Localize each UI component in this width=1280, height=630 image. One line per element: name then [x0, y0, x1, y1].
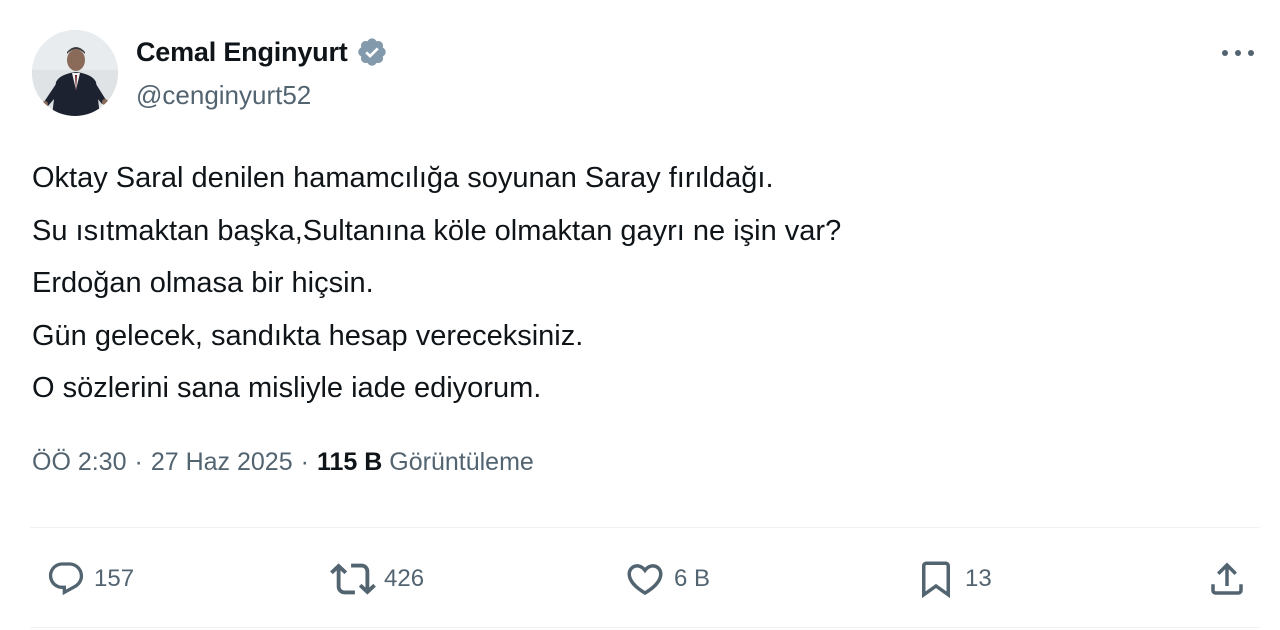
tweet-line: O sözlerini sana misliyle iade ediyorum.: [32, 372, 542, 404]
more-options-button[interactable]: [1218, 40, 1258, 66]
tweet-text: Oktay Saral denilen hamamcılığa soyunan …: [32, 152, 1232, 415]
bookmark-button[interactable]: 13: [915, 554, 992, 604]
avatar[interactable]: [32, 30, 118, 116]
action-bar: 157 426 6 B 13: [0, 554, 1280, 604]
tweet-line: Gün gelecek, sandıkta hesap vereceksiniz…: [32, 319, 584, 352]
divider: [30, 627, 1260, 628]
author-display-name[interactable]: Cemal Enginyurt: [136, 37, 348, 68]
tweet-line: Oktay Saral denilen hamamcılığa soyunan …: [32, 162, 774, 194]
meta-separator: ·: [300, 448, 309, 476]
heart-icon: [627, 564, 663, 596]
divider: [30, 527, 1260, 528]
reply-button[interactable]: 157: [46, 554, 134, 604]
tweet-card: Cemal Enginyurt @cenginyurt52 Oktay Sara…: [0, 0, 1280, 630]
verified-badge-icon[interactable]: [356, 36, 388, 68]
tweet-line: Su ısıtmaktan başka,Sultanına köle olmak…: [32, 214, 842, 247]
share-icon: [1211, 562, 1243, 595]
tweet-time[interactable]: ÖÖ 2:30: [32, 448, 127, 477]
author-name-row: Cemal Enginyurt: [136, 34, 388, 70]
profile-photo: [32, 30, 118, 116]
tweet-line: Erdoğan olmasa bir hiçsin.: [32, 267, 374, 299]
retweet-icon: [330, 563, 376, 595]
meta-separator: ·: [134, 448, 143, 476]
retweet-count: 426: [384, 565, 425, 592]
retweet-button[interactable]: 426: [330, 554, 424, 604]
share-button[interactable]: [1206, 554, 1248, 604]
reply-icon: [48, 562, 84, 596]
tweet-date[interactable]: 27 Haz 2025: [151, 448, 293, 477]
bookmark-icon: [922, 561, 950, 599]
like-button[interactable]: 6 B: [624, 554, 710, 604]
reply-count: 157: [94, 565, 135, 592]
like-count: 6 B: [674, 565, 711, 592]
bookmark-count: 13: [965, 565, 992, 592]
more-options-icon: [1222, 50, 1254, 56]
views-label: Görüntüleme: [389, 448, 534, 476]
author-handle[interactable]: @cenginyurt52: [136, 80, 311, 111]
tweet-meta: ÖÖ 2:30 · 27 Haz 2025 · 115 B Görüntülem…: [32, 448, 534, 477]
views-count[interactable]: 115 B: [317, 448, 382, 477]
